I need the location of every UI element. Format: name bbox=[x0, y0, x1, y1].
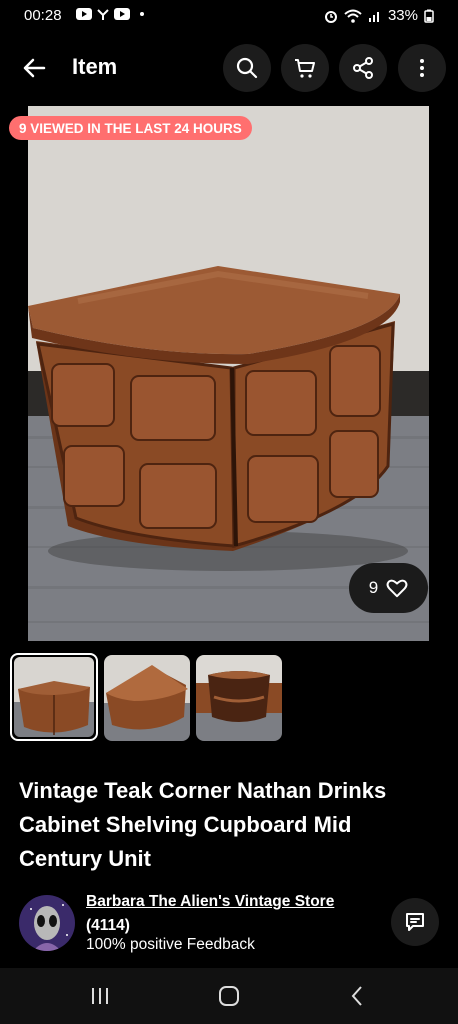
more-vertical-icon bbox=[420, 59, 424, 77]
home-icon bbox=[219, 986, 239, 1006]
heart-icon bbox=[386, 579, 408, 598]
page-title: Item bbox=[72, 54, 118, 79]
battery-icon bbox=[424, 9, 434, 23]
message-seller-button[interactable] bbox=[391, 898, 439, 946]
item-title: Vintage Teak Corner Nathan Drinks Cabine… bbox=[19, 778, 387, 871]
signal-icon bbox=[368, 11, 379, 22]
thumbnail-1[interactable] bbox=[10, 653, 98, 741]
youtube-icon bbox=[76, 8, 92, 20]
system-icons: 33% bbox=[324, 7, 434, 24]
app-notification-icon bbox=[97, 9, 109, 20]
corner-cabinet-photo bbox=[28, 106, 429, 641]
watch-count: 9 bbox=[368, 578, 379, 597]
system-navigation-bar bbox=[0, 968, 458, 1024]
seller-store-link[interactable]: Barbara The Alien's Vintage Store bbox=[86, 893, 334, 911]
back-button[interactable] bbox=[18, 52, 50, 84]
system-back-button[interactable] bbox=[346, 984, 370, 1008]
wifi-icon bbox=[344, 9, 362, 23]
thumbnail-3[interactable] bbox=[196, 655, 282, 741]
thumbnail-image bbox=[196, 655, 282, 741]
app-bar: Item bbox=[0, 40, 458, 96]
chevron-left-icon bbox=[351, 986, 362, 1006]
views-banner: 9 VIEWED IN THE LAST 24 HOURS bbox=[9, 116, 252, 140]
photo-thumbnails bbox=[10, 653, 282, 741]
status-bar: 00:28 33% bbox=[0, 0, 458, 32]
back-arrow-icon bbox=[23, 58, 46, 78]
battery-percent: 33% bbox=[387, 7, 418, 24]
seller-feedback-percent: 100% positive Feedback bbox=[86, 936, 255, 953]
seller-avatar[interactable] bbox=[19, 895, 75, 951]
thumbnail-image bbox=[104, 655, 190, 741]
alarm-icon bbox=[324, 10, 337, 23]
share-icon bbox=[353, 57, 373, 79]
watch-button[interactable]: 9 bbox=[349, 563, 428, 613]
status-time: 00:28 bbox=[24, 7, 62, 24]
more-notifications-dot bbox=[140, 12, 144, 16]
recent-apps-button[interactable] bbox=[88, 984, 112, 1008]
cart-icon bbox=[295, 59, 315, 78]
home-button[interactable] bbox=[217, 984, 241, 1008]
notification-icons bbox=[76, 8, 144, 22]
cart-button[interactable] bbox=[281, 44, 329, 92]
chat-icon bbox=[406, 913, 424, 931]
thumbnail-2[interactable] bbox=[104, 655, 190, 741]
recent-apps-icon bbox=[92, 988, 108, 1004]
more-options-button[interactable] bbox=[398, 44, 446, 92]
youtube-icon bbox=[114, 8, 130, 20]
thumbnail-image bbox=[14, 657, 94, 737]
seller-feedback-count: (4114) bbox=[86, 917, 130, 934]
search-icon bbox=[236, 57, 258, 79]
item-main-photo[interactable] bbox=[28, 106, 429, 641]
seller-info: Barbara The Alien's Vintage Store (4114)… bbox=[19, 893, 439, 953]
share-button[interactable] bbox=[339, 44, 387, 92]
search-button[interactable] bbox=[223, 44, 271, 92]
